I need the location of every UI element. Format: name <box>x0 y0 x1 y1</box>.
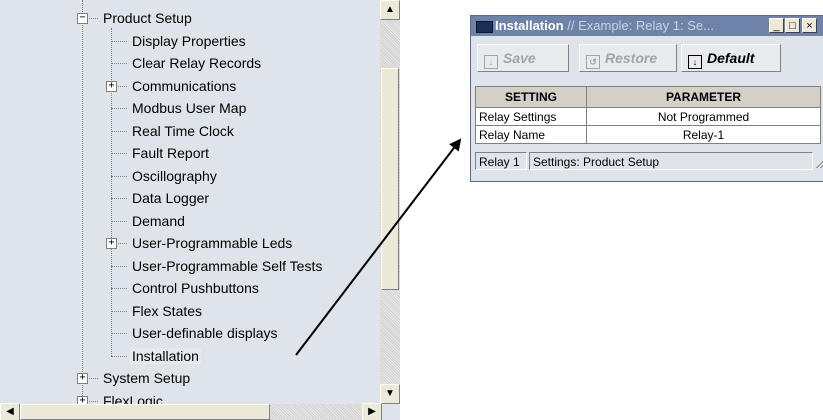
tree-item-label: Data Logger <box>132 190 210 206</box>
tree-connector <box>111 108 127 109</box>
tree-item[interactable]: User-Programmable Leds <box>130 232 294 254</box>
tree-item-label: Flex States <box>132 302 203 319</box>
tree-item[interactable]: Modbus User Map <box>130 97 248 119</box>
scroll-right-button[interactable]: ▶ <box>362 403 382 420</box>
setting-name-cell: Relay Name <box>475 125 587 144</box>
tree-item[interactable]: Installation <box>130 345 201 367</box>
tree-item[interactable]: Clear Relay Records <box>130 52 263 74</box>
tree-connector <box>111 175 127 177</box>
tree-connector <box>111 28 112 356</box>
expand-icon[interactable]: + <box>106 80 117 92</box>
tree-item-label: Product Setup <box>103 10 192 26</box>
setting-name-cell: Relay Settings <box>475 107 587 126</box>
installation-window: Installation // Example: Relay 1: Se... … <box>470 15 823 182</box>
tree-item-label: Installation <box>130 347 201 364</box>
tree-item-label: Clear Relay Records <box>132 55 262 71</box>
tree-item-label: Oscillography <box>132 167 217 184</box>
tree-item[interactable]: Demand <box>130 210 187 232</box>
tree-horizontal-scrollbar[interactable]: ◀ ▶ <box>0 403 382 420</box>
tree-item[interactable]: Real Time Clock <box>130 120 236 142</box>
window-title: Installation // Example: Relay 1: Se... <box>495 18 714 33</box>
default-icon: ↓ <box>688 55 702 69</box>
maximize-button[interactable]: □ <box>785 18 800 33</box>
resize-grip-icon[interactable] <box>815 158 823 168</box>
tree-item[interactable]: System Setup <box>101 367 192 389</box>
tree-item-label: Demand <box>132 212 185 229</box>
horizontal-scroll-thumb[interactable] <box>20 404 270 420</box>
close-button[interactable]: × <box>802 18 817 33</box>
restore-button[interactable]: ↺ Restore <box>579 44 677 72</box>
tree-item[interactable]: Communications <box>130 75 238 97</box>
tree-item[interactable]: User-Programmable Self Tests <box>130 255 324 277</box>
tree-connector <box>111 153 127 154</box>
minimize-button[interactable]: _ <box>769 18 784 33</box>
window-app-icon <box>476 21 493 33</box>
tree-connector <box>111 355 127 357</box>
status-relay: Relay 1 <box>475 152 527 170</box>
column-header-parameter: PARAMETER <box>586 86 821 108</box>
tree-item-label: System Setup <box>103 370 191 386</box>
collapse-icon[interactable]: − <box>77 13 88 24</box>
settings-table: SETTING PARAMETER Relay Settings Not Pro… <box>475 86 821 144</box>
tree-item-label: Control Pushbuttons <box>132 280 259 296</box>
tree-item-label: Fault Report <box>132 145 210 161</box>
scroll-down-button[interactable]: ▼ <box>380 384 400 404</box>
tree-item[interactable]: Flex States <box>130 300 204 322</box>
tree-connector <box>111 265 127 267</box>
tree-item-label: Modbus User Map <box>132 100 247 116</box>
table-row: Relay Name Relay-1 <box>475 125 821 144</box>
tree-item[interactable]: Fault Report <box>130 142 211 164</box>
parameter-value-cell[interactable]: Relay-1 <box>586 125 821 144</box>
tree-item[interactable]: Control Pushbuttons <box>130 277 261 299</box>
parameter-value-cell[interactable]: Not Programmed <box>586 107 821 126</box>
window-titlebar[interactable]: Installation // Example: Relay 1: Se... … <box>471 16 823 36</box>
scroll-thumb[interactable] <box>381 68 399 290</box>
tree-connector <box>111 130 127 132</box>
tree-item-label: Display Properties <box>132 32 246 49</box>
restore-icon: ↺ <box>586 55 600 69</box>
save-icon: ↓ <box>484 55 498 69</box>
tree-item[interactable]: User-definable displays <box>130 322 280 344</box>
tree-item-label: Real Time Clock <box>132 122 234 139</box>
tree-vertical-scrollbar[interactable]: ▲ ▼ <box>380 0 400 404</box>
column-header-setting: SETTING <box>475 86 587 108</box>
default-button[interactable]: ↓ Default <box>681 44 781 72</box>
tree-item-label: User-Programmable Self Tests <box>132 257 323 274</box>
tree-connector <box>82 0 83 404</box>
expand-icon[interactable]: + <box>106 238 117 249</box>
tree-connector <box>111 40 127 42</box>
tree-item[interactable]: Product Setup <box>101 7 194 29</box>
scroll-up-button[interactable]: ▲ <box>380 0 400 20</box>
tree-item-label: User-definable displays <box>132 325 278 341</box>
tree-connector <box>111 220 127 222</box>
tree-item[interactable]: Oscillography <box>130 165 219 187</box>
tree-item-label: Communications <box>132 77 237 94</box>
scroll-left-button[interactable]: ◀ <box>0 403 20 420</box>
tree-item[interactable]: Display Properties <box>130 30 248 52</box>
save-button[interactable]: ↓ Save <box>477 44 569 72</box>
tree-item[interactable]: Data Logger <box>130 187 211 209</box>
settings-tree-panel: − Product Setup Display Properties Clear Re… <box>0 0 400 420</box>
table-row: Relay Settings Not Programmed <box>475 107 821 126</box>
tree-item-label: User-Programmable Leds <box>132 235 293 251</box>
expand-icon[interactable]: + <box>77 373 88 384</box>
status-settings: Settings: Product Setup <box>529 152 813 170</box>
tree-connector <box>111 288 127 289</box>
tree-connector <box>111 198 127 199</box>
tree-connector <box>111 310 127 312</box>
tree-connector <box>111 333 127 334</box>
tree-connector <box>111 63 127 64</box>
